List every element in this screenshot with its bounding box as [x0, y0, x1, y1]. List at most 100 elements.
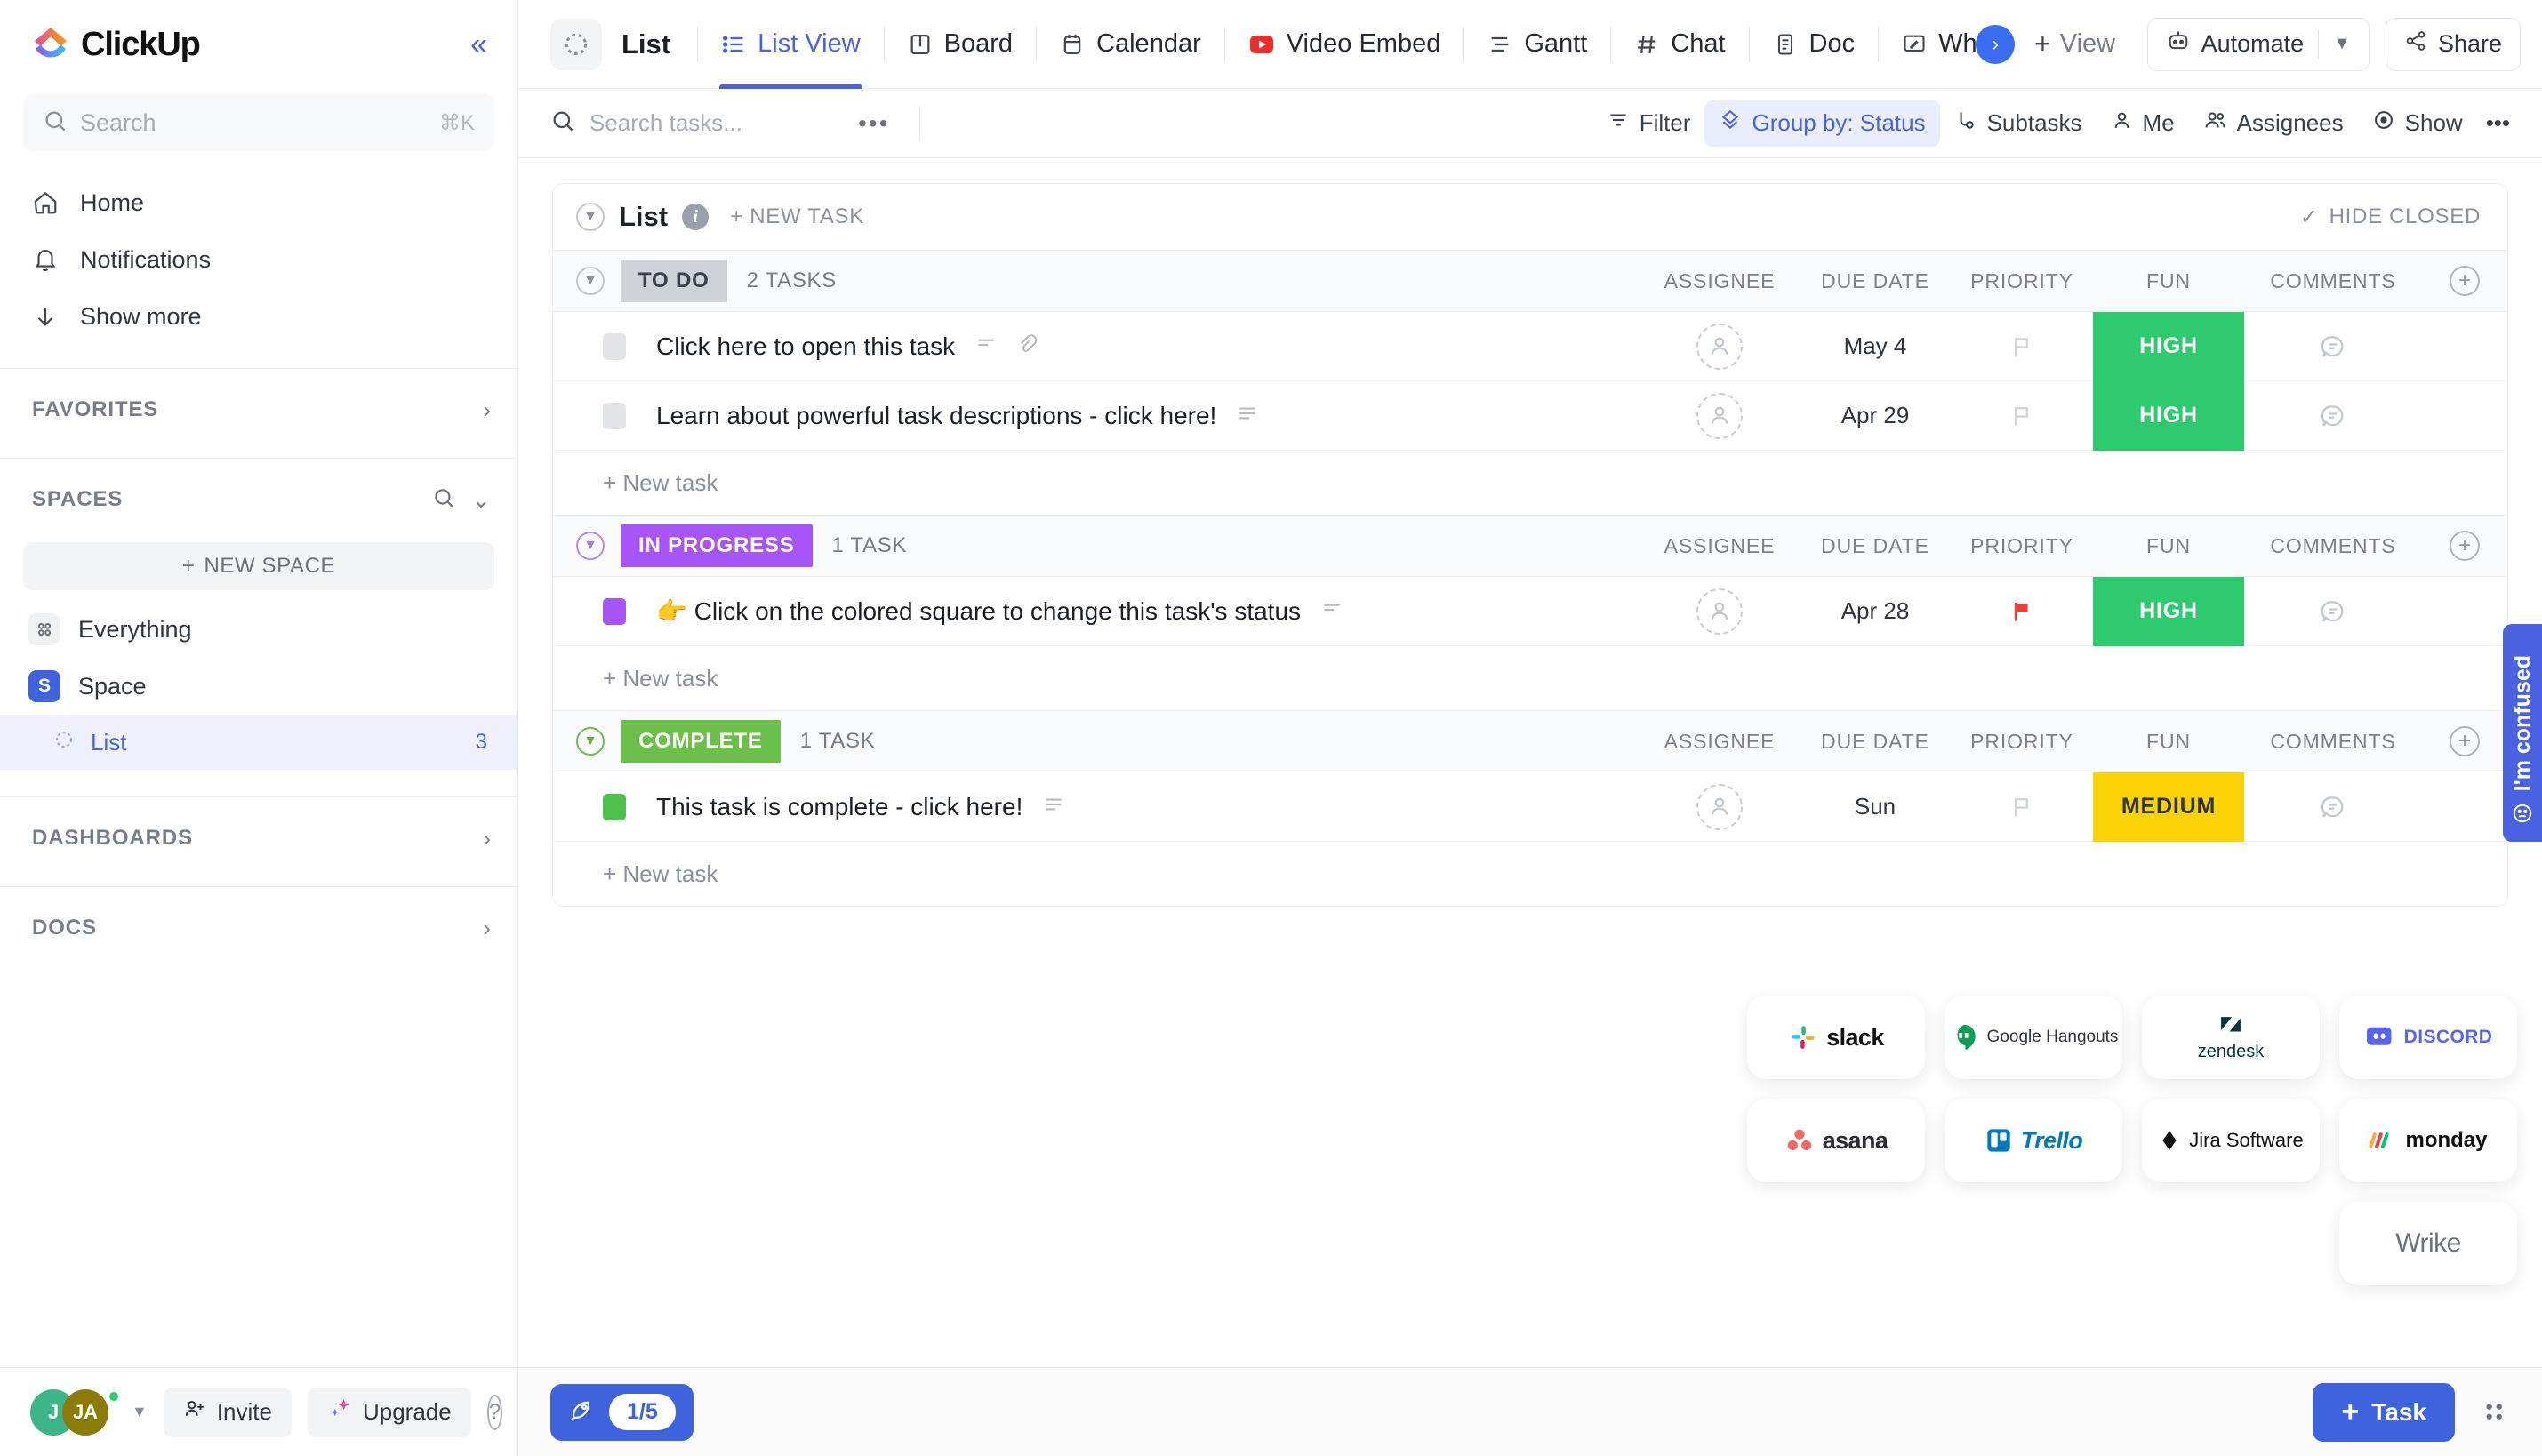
column-header-assignee[interactable]: ASSIGNEE [1640, 730, 1800, 754]
table-row[interactable]: This task is complete - click here! Sun … [553, 772, 2507, 842]
sidebar-item-show-more[interactable]: Show more [0, 288, 517, 345]
task-search-input[interactable]: Search tasks... [550, 108, 742, 138]
column-header-due-date[interactable]: DUE DATE [1800, 534, 1951, 558]
priority-cell[interactable] [1951, 772, 2093, 842]
due-date-cell[interactable]: Sun [1800, 772, 1951, 842]
column-header-comments[interactable]: COMMENTS [2244, 730, 2422, 754]
sidebar-item-space[interactable]: S Space [0, 658, 517, 715]
chevrons-left-icon[interactable]: « [470, 29, 487, 60]
integration-google-hangouts[interactable]: Google Hangouts [1945, 996, 2122, 1079]
sidebar-section-spaces[interactable]: SPACES ⌄ [0, 459, 517, 540]
search-options-icon[interactable]: ••• [858, 109, 889, 138]
invite-button[interactable]: Invite [163, 1387, 292, 1437]
tab-calendar[interactable]: Calendar [1037, 0, 1224, 89]
comments-cell[interactable] [2244, 772, 2422, 842]
task-status-square[interactable] [603, 402, 626, 429]
status-badge[interactable]: IN PROGRESS [621, 524, 813, 567]
upgrade-button[interactable]: Upgrade [307, 1387, 471, 1437]
fun-badge[interactable]: HIGH [2093, 380, 2244, 451]
chevron-down-icon[interactable]: ▼ [2333, 34, 2351, 54]
onboarding-progress-button[interactable]: 1/5 [550, 1383, 694, 1441]
table-row[interactable]: Learn about powerful task descriptions -… [553, 380, 2507, 451]
comments-cell[interactable] [2244, 577, 2422, 646]
column-header-fun[interactable]: FUN [2093, 534, 2244, 558]
column-header-assignee[interactable]: ASSIGNEE [1640, 269, 1800, 293]
column-header-comments[interactable]: COMMENTS [2244, 269, 2422, 293]
column-header-assignee[interactable]: ASSIGNEE [1640, 534, 1800, 558]
task-name[interactable]: Click here to open this task [656, 332, 955, 361]
table-row[interactable]: 👉 Click on the colored square to change … [553, 576, 2507, 646]
status-badge[interactable]: TO DO [621, 260, 727, 302]
assignees-button[interactable]: Assignees [2189, 100, 2358, 147]
table-row[interactable]: Click here to open this task May 4 HIGH [553, 311, 2507, 381]
fun-badge[interactable]: HIGH [2093, 311, 2244, 381]
filter-button[interactable]: Filter [1592, 100, 1705, 147]
tab-list-view[interactable]: List View [698, 0, 884, 89]
tab-video-embed[interactable]: Video Embed [1225, 0, 1464, 89]
add-assignee-icon[interactable] [1696, 323, 1743, 370]
clickup-logo[interactable]: ClickUp [32, 26, 201, 64]
apps-grid-icon[interactable] [2478, 1396, 2512, 1429]
add-assignee-icon[interactable] [1696, 783, 1743, 830]
list-status-icon[interactable] [550, 18, 602, 70]
toolbar-more-button[interactable]: ••• [2477, 100, 2519, 147]
sidebar-item-home[interactable]: Home [0, 174, 517, 231]
column-header-fun[interactable]: FUN [2093, 730, 2244, 754]
add-task-row[interactable]: + New task [553, 646, 2507, 710]
new-task-button[interactable]: + NEW TASK [730, 204, 864, 229]
assignee-cell[interactable] [1640, 312, 1800, 381]
add-view-button[interactable]: + View [2015, 0, 2135, 89]
comments-cell[interactable] [2244, 312, 2422, 381]
create-task-button[interactable]: + Task [2313, 1382, 2455, 1442]
sidebar-section-docs[interactable]: DOCS › [0, 887, 517, 969]
help-icon[interactable]: ? [486, 1394, 503, 1430]
priority-cell[interactable] [1951, 381, 2093, 451]
due-date-cell[interactable]: Apr 28 [1800, 577, 1951, 646]
task-status-square[interactable] [603, 793, 626, 820]
add-assignee-icon[interactable] [1696, 392, 1743, 439]
sidebar-section-favorites[interactable]: FAVORITES › [0, 369, 517, 451]
integration-jira-software[interactable]: Jira Software [2142, 1099, 2320, 1182]
sidebar-item-notifications[interactable]: Notifications [0, 231, 517, 288]
sidebar-item-list[interactable]: List 3 [0, 715, 517, 770]
integration-trello[interactable]: Trello [1945, 1099, 2122, 1182]
sidebar-item-everything[interactable]: Everything [0, 601, 517, 658]
column-header-priority[interactable]: PRIORITY [1951, 269, 2093, 293]
integration-discord[interactable]: DISCORD [2339, 996, 2517, 1079]
collapse-list-icon[interactable]: ▼ [576, 203, 605, 231]
spaces-search-icon[interactable] [432, 486, 455, 514]
column-header-due-date[interactable]: DUE DATE [1800, 269, 1951, 293]
column-header-comments[interactable]: COMMENTS [2244, 534, 2422, 558]
integration-zendesk[interactable]: zendesk [2142, 996, 2320, 1079]
new-space-button[interactable]: + NEW SPACE [23, 542, 494, 590]
chevron-right-icon[interactable]: › [483, 915, 491, 942]
add-assignee-icon[interactable] [1696, 588, 1743, 635]
column-header-priority[interactable]: PRIORITY [1951, 534, 2093, 558]
fun-badge[interactable]: MEDIUM [2093, 772, 2244, 842]
chevron-right-icon[interactable]: › [483, 825, 491, 852]
assignee-cell[interactable] [1640, 577, 1800, 646]
priority-cell[interactable] [1951, 312, 2093, 381]
automate-button[interactable]: Automate ▼ [2146, 17, 2370, 71]
subtasks-button[interactable]: Subtasks [1940, 100, 2097, 147]
group-by-button[interactable]: Group by: Status [1704, 100, 1940, 147]
add-task-row[interactable]: + New task [553, 451, 2507, 515]
chevron-down-icon[interactable]: ▼ [132, 1403, 148, 1421]
integration-asana[interactable]: asana [1747, 1099, 1925, 1182]
sidebar-section-dashboards[interactable]: DASHBOARDS › [0, 797, 517, 879]
task-status-square[interactable] [603, 332, 626, 360]
tab-gantt[interactable]: Gantt [1464, 0, 1610, 89]
assignee-cell[interactable] [1640, 772, 1800, 842]
priority-cell[interactable] [1951, 577, 2093, 646]
search-input[interactable]: Search ⌘K [23, 94, 494, 151]
status-badge[interactable]: COMPLETE [621, 720, 781, 763]
integration-monday[interactable]: monday [2339, 1099, 2517, 1182]
more-views-icon[interactable]: › [1976, 24, 2016, 64]
chevron-down-icon[interactable]: ⌄ [471, 486, 491, 514]
tab-chat[interactable]: Chat [1611, 0, 1748, 89]
integration-slack[interactable]: slack [1747, 996, 1925, 1079]
info-icon[interactable]: i [682, 204, 710, 230]
add-task-row[interactable]: + New task [553, 842, 2507, 906]
task-name[interactable]: Learn about powerful task descriptions -… [656, 402, 1216, 430]
task-status-square[interactable] [603, 597, 626, 625]
